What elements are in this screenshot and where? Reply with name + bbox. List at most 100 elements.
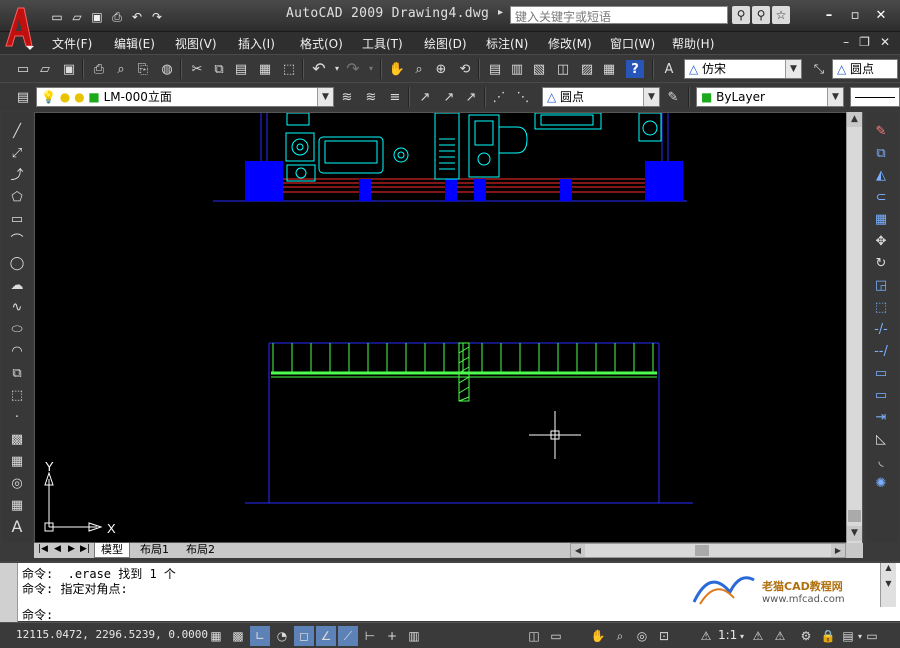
fillet-icon[interactable]: ◟: [872, 452, 890, 470]
model-space-icon[interactable]: ◫: [524, 626, 544, 646]
menu-insert[interactable]: 插入(I): [238, 35, 275, 52]
color-select[interactable]: ■ ByLayer ▼: [696, 87, 844, 107]
tool-palettes-icon[interactable]: ▧: [530, 60, 548, 78]
ortho-mode-icon[interactable]: ∟: [250, 626, 270, 646]
save-icon[interactable]: ▣: [88, 8, 106, 26]
sheet-set-icon[interactable]: ◫: [554, 60, 572, 78]
copy-icon[interactable]: ⧉: [210, 60, 228, 78]
revcloud-icon[interactable]: ☁: [8, 276, 26, 294]
rectangle-icon[interactable]: ▭: [8, 210, 26, 228]
quick-properties-icon[interactable]: ▥: [404, 626, 424, 646]
zoom-realtime-icon[interactable]: ⌕: [410, 60, 428, 78]
layer-select[interactable]: 💡 ● ● ■ LM-000立面 ▼: [36, 87, 334, 107]
annotation-scale-icon[interactable]: ⚠: [696, 626, 716, 646]
menu-tools[interactable]: 工具(T): [362, 35, 403, 52]
move-icon[interactable]: ✥: [872, 232, 890, 250]
plot-icon[interactable]: ⎙: [90, 60, 108, 78]
menu-help[interactable]: 帮助(H): [672, 35, 714, 52]
menu-format[interactable]: 格式(O): [300, 35, 343, 52]
chamfer-icon[interactable]: ◺: [872, 430, 890, 448]
search-icon[interactable]: ⚲: [732, 6, 750, 24]
menu-dimension[interactable]: 标注(N): [486, 35, 528, 52]
pan-icon[interactable]: ✋: [388, 60, 406, 78]
3d-dwf-icon[interactable]: ◍: [158, 60, 176, 78]
break-at-point-icon[interactable]: ▭: [872, 364, 890, 382]
calculator-icon[interactable]: ▦: [600, 60, 618, 78]
arc-icon[interactable]: ⌒: [8, 232, 26, 250]
line-icon[interactable]: ╱: [8, 122, 26, 140]
insert-block-icon[interactable]: ⧉: [8, 364, 26, 382]
erase-icon[interactable]: ✎: [872, 122, 890, 140]
lock-icon[interactable]: 🔒: [818, 626, 838, 646]
new-icon[interactable]: ▭: [14, 60, 32, 78]
plot-preview-icon[interactable]: ⌕: [112, 60, 130, 78]
chevron-down-icon[interactable]: ▼: [827, 88, 843, 106]
maximize-button[interactable]: ▫: [844, 6, 866, 24]
tab-model[interactable]: 模型: [94, 543, 130, 558]
minimize-button[interactable]: –: [818, 6, 840, 24]
polyline-icon[interactable]: ⤴: [8, 166, 26, 184]
block-editor-icon[interactable]: ⬚: [280, 60, 298, 78]
tab-nav-next-icon[interactable]: ▶: [68, 544, 75, 554]
scroll-right-arrow-icon[interactable]: ▶: [831, 544, 845, 557]
properties-icon[interactable]: ▤: [486, 60, 504, 78]
cut-icon[interactable]: ✂: [188, 60, 206, 78]
workspace-gear-icon[interactable]: ⚙: [796, 626, 816, 646]
remove-leader-icon[interactable]: ↗: [462, 88, 480, 106]
undo-icon[interactable]: ↶: [310, 60, 328, 78]
horizontal-scrollbar[interactable]: ◀ ▶: [570, 543, 846, 558]
multileader-icon[interactable]: ↗: [416, 88, 434, 106]
steering-wheel-icon[interactable]: ◎: [632, 626, 652, 646]
undo-icon[interactable]: ↶: [128, 8, 146, 26]
annotation-visibility-icon[interactable]: ⚠: [748, 626, 768, 646]
vertical-scrollbar[interactable]: ▲ ▼: [846, 112, 862, 543]
mirror-icon[interactable]: ◭: [872, 166, 890, 184]
object-snap-icon[interactable]: ◻: [294, 626, 314, 646]
showmotion-icon[interactable]: ⊡: [654, 626, 674, 646]
auto-scale-icon[interactable]: ⚠: [770, 626, 790, 646]
command-prompt[interactable]: 命令:: [22, 606, 53, 623]
polar-tracking-icon[interactable]: ◔: [272, 626, 292, 646]
cmd-scroll-down-icon[interactable]: ▼: [881, 579, 896, 593]
add-leader-icon[interactable]: ↗: [440, 88, 458, 106]
open-icon[interactable]: ▱: [36, 60, 54, 78]
zoom-previous-icon[interactable]: ⟲: [456, 60, 474, 78]
multileader-style-icon[interactable]: ✎: [664, 88, 682, 106]
hscroll-thumb[interactable]: [695, 545, 709, 556]
zoom-status-icon[interactable]: ⌕: [610, 626, 630, 646]
polygon-icon[interactable]: ⬠: [8, 188, 26, 206]
redo-icon[interactable]: ↷: [344, 60, 362, 78]
construction-line-icon[interactable]: ⤢: [8, 144, 26, 162]
dim-style-select[interactable]: △ 圆点: [832, 59, 898, 79]
command-scrollbar[interactable]: ▲ ▼: [880, 563, 896, 607]
lineweight-icon[interactable]: +: [382, 626, 402, 646]
menu-draw[interactable]: 绘图(D): [424, 35, 467, 52]
gradient-icon[interactable]: ▦: [8, 452, 26, 470]
doc-minimize-button[interactable]: –: [843, 35, 849, 49]
chevron-down-icon[interactable]: ▼: [317, 88, 333, 106]
otrack-icon[interactable]: ∠: [316, 626, 336, 646]
point-icon[interactable]: ·: [8, 408, 26, 426]
ducs-icon[interactable]: ⟋: [338, 626, 358, 646]
table-icon[interactable]: ▦: [8, 496, 26, 514]
ellipse-icon[interactable]: ⬭: [8, 320, 26, 338]
chevron-down-icon[interactable]: ▼: [643, 88, 659, 106]
favorites-star-icon[interactable]: ☆: [772, 6, 790, 24]
layer-previous-icon[interactable]: ≋: [362, 88, 380, 106]
tab-nav-first-icon[interactable]: |◀: [38, 544, 48, 554]
layout-space-icon[interactable]: ▭: [546, 626, 566, 646]
chevron-down-icon[interactable]: ▼: [785, 60, 801, 78]
design-center-icon[interactable]: ▥: [508, 60, 526, 78]
paste-icon[interactable]: ▤: [232, 60, 250, 78]
dim-style-icon[interactable]: ⤡: [810, 60, 828, 78]
make-block-icon[interactable]: ⬚: [8, 386, 26, 404]
explode-icon[interactable]: ✺: [872, 474, 890, 492]
close-button[interactable]: ✕: [870, 6, 892, 24]
extend-icon[interactable]: --/: [872, 342, 890, 360]
dynamic-input-icon[interactable]: ⊢: [360, 626, 380, 646]
break-icon[interactable]: ▭: [872, 386, 890, 404]
subscription-icon[interactable]: ⚲: [752, 6, 770, 24]
markup-icon[interactable]: ▨: [578, 60, 596, 78]
grid-display-icon[interactable]: ▩: [228, 626, 248, 646]
array-icon[interactable]: ▦: [872, 210, 890, 228]
